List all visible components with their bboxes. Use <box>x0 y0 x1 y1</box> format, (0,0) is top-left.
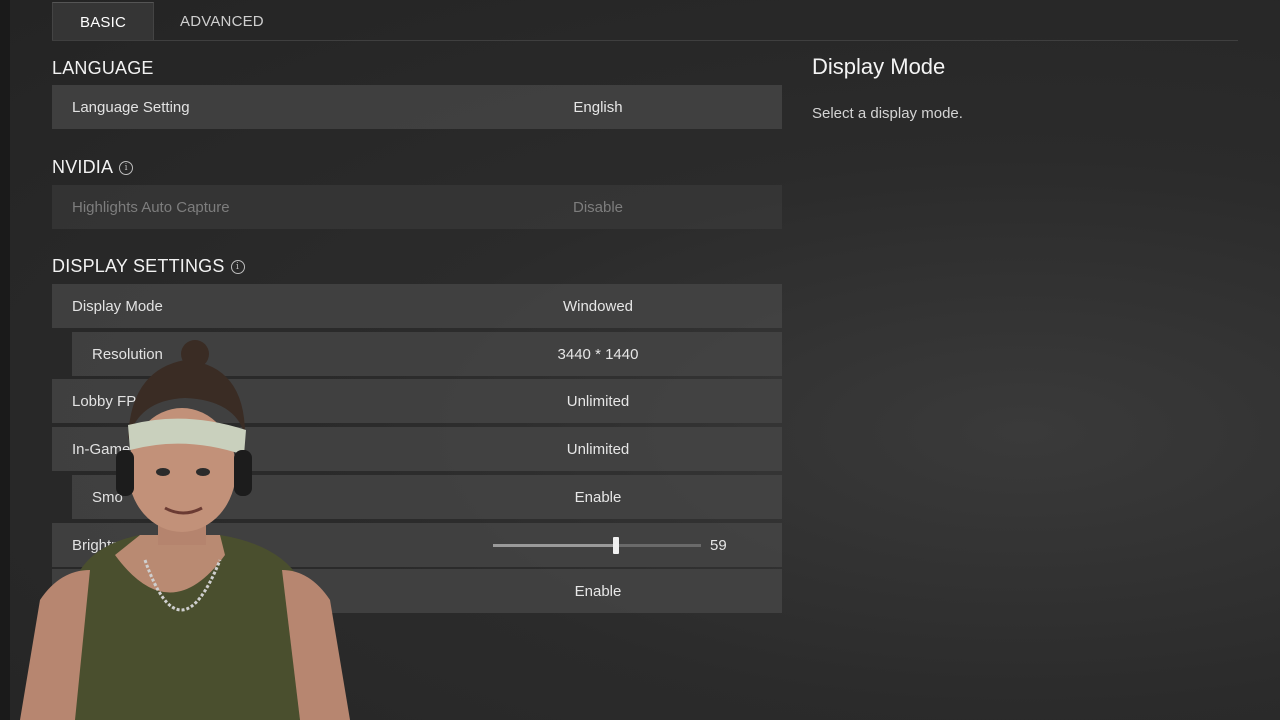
section-title-text: LANGUAGE <box>52 58 154 78</box>
brightness-value: 59 <box>710 536 727 554</box>
row-value: Disable <box>572 198 624 216</box>
row-label: Display Mode <box>72 297 163 315</box>
info-icon[interactable]: i <box>119 160 134 175</box>
description-title: Display Mode <box>812 54 946 79</box>
row-highlights-auto-capture[interactable]: Highlights Auto Capture Disable <box>52 185 782 229</box>
row-display-mode[interactable]: Display Mode Windowed <box>52 284 782 328</box>
description-text: Select a display mode. <box>812 105 963 122</box>
row-value: 3440 * 1440 <box>557 345 639 363</box>
section-title-text: DISPLAY SETTINGS <box>52 256 225 276</box>
tab-basic[interactable]: BASIC <box>52 2 154 41</box>
row-value: Windowed <box>562 297 634 315</box>
settings-screen: BASIC ADVANCED LANGUAGE Language Setting… <box>0 0 1280 720</box>
section-title-text: NVIDIA <box>52 157 114 177</box>
left-edge <box>0 0 10 720</box>
tab-bar: BASIC ADVANCED <box>52 2 290 41</box>
tab-advanced[interactable]: ADVANCED <box>154 2 290 40</box>
row-label: Highlights Auto Capture <box>72 198 230 216</box>
row-value: Unlimited <box>566 392 630 410</box>
slider-handle[interactable] <box>613 537 619 554</box>
webcam-overlay <box>20 340 350 720</box>
row-value: English <box>573 98 623 116</box>
section-title-display-settings: DISPLAY SETTINGS i <box>52 256 245 277</box>
row-value: Enable <box>574 488 622 506</box>
section-title-language: LANGUAGE <box>52 58 154 79</box>
tab-divider <box>52 40 1238 41</box>
row-label: Language Setting <box>72 98 190 116</box>
section-title-nvidia: NVIDIA i <box>52 157 134 178</box>
row-language-setting[interactable]: Language Setting English <box>52 85 782 129</box>
slider-fill <box>493 544 616 547</box>
brightness-slider[interactable] <box>493 537 701 554</box>
row-value: Enable <box>574 582 622 600</box>
info-icon[interactable]: i <box>230 259 245 274</box>
row-value: Unlimited <box>566 440 630 458</box>
